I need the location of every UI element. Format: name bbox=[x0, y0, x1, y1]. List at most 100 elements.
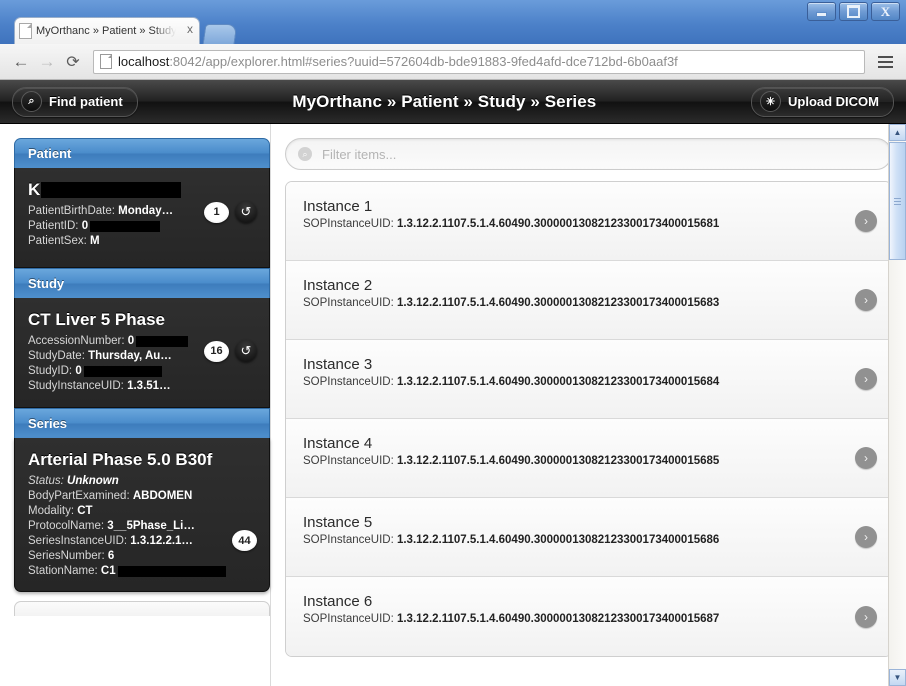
field-key: PatientBirthDate: bbox=[28, 205, 115, 217]
find-patient-button[interactable]: ⌕ Find patient bbox=[12, 86, 138, 117]
field-value: 0 bbox=[75, 365, 82, 377]
series-field-instance-uid: SeriesInstanceUID: 1.3.12.2.1… bbox=[28, 534, 256, 549]
new-tab-button[interactable] bbox=[202, 24, 238, 44]
field-value: Unknown bbox=[67, 475, 119, 487]
panel-patient-header[interactable]: Patient bbox=[14, 138, 270, 168]
window-close-button[interactable]: X bbox=[871, 2, 900, 21]
chevron-right-icon[interactable]: › bbox=[855, 289, 877, 311]
panel-series-header[interactable]: Series bbox=[14, 408, 270, 438]
reload-icon[interactable]: ⟳ bbox=[60, 49, 86, 75]
find-patient-label: Find patient bbox=[49, 94, 123, 109]
app-header: ⌕ Find patient MyOrthanc » Patient » Stu… bbox=[0, 80, 906, 124]
refresh-icon[interactable]: ↺ bbox=[235, 340, 257, 362]
study-description: CT Liver 5 Phase bbox=[28, 310, 256, 330]
panel-instances-stub[interactable] bbox=[14, 601, 270, 616]
series-field-station: StationName: C1 bbox=[28, 564, 256, 579]
patient-field-sex: PatientSex: M bbox=[28, 234, 256, 249]
scrollbar-grip bbox=[894, 196, 901, 207]
list-item[interactable]: Instance 3 SOPInstanceUID: 1.3.12.2.1107… bbox=[286, 340, 891, 419]
field-key: SeriesNumber: bbox=[28, 550, 105, 562]
browser-toolbar: ← → ⟳ localhost:8042/app/explorer.html#s… bbox=[0, 44, 906, 80]
chevron-right-icon[interactable]: › bbox=[855, 447, 877, 469]
list-item[interactable]: Instance 2 SOPInstanceUID: 1.3.12.2.1107… bbox=[286, 261, 891, 340]
back-icon[interactable]: ← bbox=[8, 49, 34, 75]
address-bar-url: localhost:8042/app/explorer.html#series?… bbox=[118, 54, 678, 69]
field-value: 6 bbox=[107, 550, 115, 562]
address-bar[interactable]: localhost:8042/app/explorer.html#series?… bbox=[93, 49, 865, 74]
patient-name: K bbox=[28, 180, 256, 200]
instance-title: Instance 4 bbox=[303, 435, 373, 452]
window-minimize-button[interactable] bbox=[807, 2, 836, 21]
instance-title: Instance 2 bbox=[303, 277, 373, 294]
window-controls: X bbox=[807, 2, 900, 21]
field-key: ProtocolName: bbox=[28, 520, 105, 532]
page-icon bbox=[19, 23, 32, 39]
field-value: M bbox=[90, 235, 100, 247]
list-item[interactable]: Instance 1 SOPInstanceUID: 1.3.12.2.1107… bbox=[286, 182, 891, 261]
instance-uid-line: SOPInstanceUID: 1.3.12.2.1107.5.1.4.6049… bbox=[303, 613, 849, 625]
list-item[interactable]: Instance 4 SOPInstanceUID: 1.3.12.2.1107… bbox=[286, 419, 891, 498]
hamburger-icon[interactable] bbox=[872, 49, 898, 75]
instance-title: Instance 3 bbox=[303, 356, 373, 373]
field-key: StudyInstanceUID: bbox=[28, 380, 124, 392]
series-field-protocol: ProtocolName: 3__5Phase_Li… bbox=[28, 519, 256, 534]
panel-patient-body: K PatientBirthDate: Monday… PatientID: 0… bbox=[14, 168, 270, 268]
page-info-icon bbox=[100, 54, 112, 69]
panel-study-header[interactable]: Study bbox=[14, 268, 270, 298]
series-badges: 44 bbox=[232, 530, 257, 551]
field-key: PatientSex: bbox=[28, 235, 87, 247]
field-value: C1 bbox=[100, 565, 116, 577]
instance-uid-line: SOPInstanceUID: 1.3.12.2.1107.5.1.4.6049… bbox=[303, 376, 849, 388]
list-item[interactable]: Instance 6 SOPInstanceUID: 1.3.12.2.1107… bbox=[286, 577, 891, 656]
series-field-status: Status: Unknown bbox=[28, 474, 256, 489]
list-item[interactable]: Instance 5 SOPInstanceUID: 1.3.12.2.1107… bbox=[286, 498, 891, 577]
panel-patient: Patient K PatientBirthDate: Monday… Pati… bbox=[14, 138, 270, 268]
instance-uid-value: 1.3.12.2.1107.5.1.4.60490.30000013082123… bbox=[396, 613, 720, 625]
field-key: Status: bbox=[28, 475, 64, 487]
filter-items-box[interactable]: ⌕ bbox=[285, 138, 892, 170]
browser-tab[interactable]: MyOrthanc » Patient » Study x bbox=[14, 17, 200, 44]
scroll-down-icon[interactable]: ▼ bbox=[889, 669, 906, 686]
filter-input[interactable] bbox=[320, 145, 879, 163]
field-key: PatientID: bbox=[28, 220, 79, 232]
field-key: StudyID: bbox=[28, 365, 73, 377]
chevron-right-icon[interactable]: › bbox=[855, 526, 877, 548]
forward-icon[interactable]: → bbox=[34, 49, 60, 75]
refresh-icon[interactable]: ↺ bbox=[235, 201, 257, 223]
instance-uid-value: 1.3.12.2.1107.5.1.4.60490.30000013082123… bbox=[396, 534, 720, 546]
field-value: 0 bbox=[127, 335, 135, 347]
browser-window: MyOrthanc » Patient » Study x X ← → ⟳ lo… bbox=[0, 0, 906, 686]
instance-uid-label: SOPInstanceUID: bbox=[303, 613, 394, 625]
upload-dicom-label: Upload DICOM bbox=[788, 94, 879, 109]
field-value: 1.3.12.2.1… bbox=[130, 535, 193, 547]
instance-title: Instance 5 bbox=[303, 514, 373, 531]
breadcrumb: MyOrthanc » Patient » Study » Series bbox=[292, 91, 597, 111]
study-badges: 16 ↺ bbox=[204, 340, 257, 362]
window-titlebar: MyOrthanc » Patient » Study x X bbox=[0, 0, 906, 44]
panel-series: Series Arterial Phase 5.0 B30f Status: U… bbox=[14, 408, 270, 592]
chevron-right-icon[interactable]: › bbox=[855, 368, 877, 390]
window-maximize-button[interactable] bbox=[839, 2, 868, 21]
instance-list: Instance 1 SOPInstanceUID: 1.3.12.2.1107… bbox=[285, 181, 892, 657]
instance-uid-value: 1.3.12.2.1107.5.1.4.60490.30000013082123… bbox=[396, 376, 720, 388]
field-value: 0 bbox=[81, 220, 89, 232]
patient-count-badge: 1 bbox=[204, 201, 229, 223]
instance-uid-value: 1.3.12.2.1107.5.1.4.60490.30000013082123… bbox=[396, 218, 720, 230]
field-key: StationName: bbox=[28, 565, 98, 577]
instance-title: Instance 1 bbox=[303, 198, 373, 215]
chevron-right-icon[interactable]: › bbox=[855, 210, 877, 232]
scroll-up-icon[interactable]: ▲ bbox=[889, 124, 906, 141]
redacted-bar bbox=[90, 221, 161, 233]
tab-title: MyOrthanc » Patient » Study bbox=[36, 25, 176, 37]
upload-dicom-button[interactable]: ✳ Upload DICOM bbox=[751, 86, 894, 117]
gear-icon: ✳ bbox=[760, 91, 781, 112]
vertical-scrollbar[interactable]: ▲ ▼ bbox=[888, 124, 906, 686]
series-field-number: SeriesNumber: 6 bbox=[28, 549, 256, 564]
field-key: Modality: bbox=[28, 505, 75, 517]
tab-close-icon[interactable]: x bbox=[187, 23, 193, 35]
scrollbar-thumb[interactable] bbox=[889, 142, 906, 260]
patient-badges: 1 ↺ bbox=[204, 201, 257, 223]
instance-uid-line: SOPInstanceUID: 1.3.12.2.1107.5.1.4.6049… bbox=[303, 218, 849, 230]
instance-uid-line: SOPInstanceUID: 1.3.12.2.1107.5.1.4.6049… bbox=[303, 455, 849, 467]
chevron-right-icon[interactable]: › bbox=[855, 605, 877, 628]
